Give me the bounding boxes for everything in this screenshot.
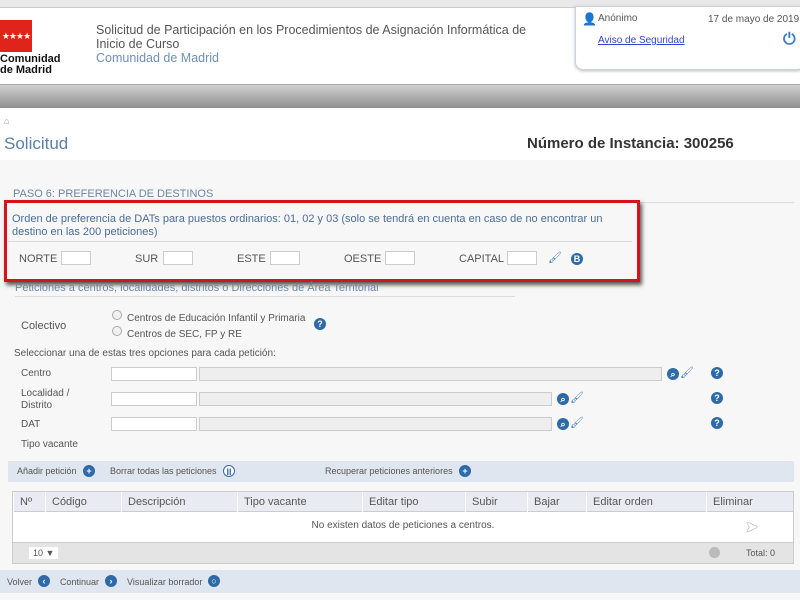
help-icon[interactable]: ?: [314, 318, 326, 330]
back-button[interactable]: Volver: [7, 577, 32, 587]
col-subir[interactable]: Subir: [465, 492, 498, 512]
mouse-cursor-icon: ➤: [745, 519, 759, 536]
col-bajar[interactable]: Bajar: [527, 492, 560, 512]
empty-message: No existen datos de peticiones a centros…: [311, 520, 495, 531]
page-size-select[interactable]: 10 ▼: [29, 547, 59, 559]
highlight-box: [4, 200, 640, 282]
instance-number: Número de Instancia: 300256: [527, 135, 734, 152]
clear-icon[interactable]: II: [223, 465, 235, 477]
option-sec-fp-re: Centros de SEC, FP y RE: [127, 329, 242, 340]
user-name: Anónimo: [598, 13, 638, 24]
radio-infantil-primaria[interactable]: [112, 310, 122, 320]
clear-brush-icon[interactable]: 🖌: [570, 416, 584, 429]
col-editar-tipo[interactable]: Editar tipo: [362, 492, 419, 512]
refresh-icon[interactable]: [709, 547, 720, 558]
search-icon[interactable]: ⌕: [557, 393, 569, 405]
date: 17 de mayo de 2019: [708, 14, 800, 25]
col-n[interactable]: Nº: [13, 492, 32, 512]
logo-text: Comunidad de Madrid: [0, 53, 61, 76]
back-icon[interactable]: ‹: [38, 575, 50, 587]
centro-code-input[interactable]: [111, 367, 197, 381]
clear-all-button[interactable]: Borrar todas las peticiones: [110, 466, 217, 476]
peticiones-title: Peticiones a centros, localidades, distr…: [15, 282, 515, 297]
page-title: Solicitud: [4, 134, 69, 153]
table-footer: 10 ▼ Total: 0: [13, 542, 793, 563]
preview-icon[interactable]: ○: [208, 575, 220, 587]
madrid-flag-icon: ★★★★: [0, 20, 32, 52]
add-peticion-button[interactable]: Añadir petición: [17, 466, 77, 476]
peticiones-table: Nº Código Descripción Tipo vacante Edita…: [12, 491, 794, 564]
user-icon: 👤: [582, 12, 597, 26]
col-editar-orden[interactable]: Editar orden: [586, 492, 653, 512]
localidad-desc-input[interactable]: [199, 392, 552, 406]
help-icon[interactable]: ?: [711, 417, 723, 429]
help-icon[interactable]: ?: [711, 367, 723, 379]
footer-bar: [0, 570, 800, 593]
app-title: Solicitud de Participación en los Proced…: [96, 23, 556, 65]
nav-bar: [0, 84, 800, 108]
localidad-code-input[interactable]: [111, 392, 197, 406]
clear-brush-icon[interactable]: 🖌: [680, 366, 694, 379]
radio-sec-fp-re[interactable]: [112, 326, 122, 336]
colectivo-label: Colectivo: [21, 320, 67, 332]
continue-button[interactable]: Continuar: [60, 577, 99, 587]
recover-button[interactable]: Recuperar peticiones anteriores: [325, 466, 453, 476]
centro-label: Centro: [21, 368, 52, 379]
dat-label: DAT: [21, 419, 41, 430]
dat-desc-input[interactable]: [199, 417, 552, 431]
app-title-text: Solicitud de Participación en los Proced…: [96, 23, 527, 51]
col-descripcion[interactable]: Descripción: [121, 492, 185, 512]
plus-icon[interactable]: +: [83, 465, 95, 477]
preview-button[interactable]: Visualizar borrador: [127, 577, 202, 587]
centro-desc-input[interactable]: [199, 367, 662, 381]
col-tipo-vacante[interactable]: Tipo vacante: [237, 492, 307, 512]
page-header: [0, 108, 800, 160]
power-icon[interactable]: ⏻: [783, 31, 796, 49]
option-infantil-primaria: Centros de Educación Infantil y Primaria: [127, 313, 306, 324]
user-box: 👤 Anónimo 17 de mayo de 2019 Aviso de Se…: [575, 6, 800, 70]
org-name: Comunidad de Madrid: [96, 51, 219, 65]
search-icon[interactable]: ⌕: [667, 368, 679, 380]
home-icon[interactable]: ⌂: [4, 116, 9, 126]
continue-icon[interactable]: ›: [105, 575, 117, 587]
clear-brush-icon[interactable]: 🖌: [570, 391, 584, 404]
table-header: Nº Código Descripción Tipo vacante Edita…: [13, 492, 793, 512]
tipo-vacante-label: Tipo vacante: [21, 439, 78, 450]
total-count: Total: 0: [746, 548, 776, 558]
col-eliminar[interactable]: Eliminar: [706, 492, 753, 512]
help-icon[interactable]: ?: [711, 392, 723, 404]
plus-icon[interactable]: +: [459, 465, 471, 477]
dat-code-input[interactable]: [111, 417, 197, 431]
col-codigo[interactable]: Código: [45, 492, 87, 512]
search-icon[interactable]: ⌕: [557, 418, 569, 430]
instruction-text: Seleccionar una de estas tres opciones p…: [14, 348, 276, 359]
logo: ★★★★ Comunidad de Madrid: [0, 20, 61, 76]
step-title: PASO 6: PREFERENCIA DE DESTINOS: [13, 188, 214, 200]
localidad-label: Localidad / Distrito: [21, 388, 70, 411]
security-link[interactable]: Aviso de Seguridad: [598, 35, 685, 46]
